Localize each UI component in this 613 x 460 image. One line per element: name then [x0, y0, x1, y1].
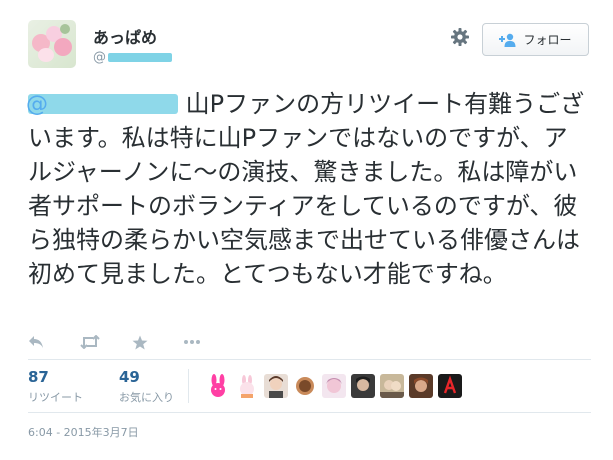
- redacted-mention[interactable]: [26, 88, 178, 122]
- favoriter-avatar[interactable]: [235, 374, 259, 398]
- favorite-stat[interactable]: 49 お気に入り: [119, 368, 174, 405]
- tweet-stats: 87 リツイート 49 お気に入り: [28, 368, 210, 405]
- retweet-icon[interactable]: [80, 331, 132, 353]
- favoriter-avatar[interactable]: [206, 374, 230, 398]
- favoriter-avatar[interactable]: [264, 374, 288, 398]
- favoriter-avatar[interactable]: [293, 374, 317, 398]
- display-name[interactable]: あっぱめ: [93, 24, 157, 48]
- follow-button[interactable]: フォロー: [482, 23, 589, 56]
- favoriter-avatar[interactable]: [438, 374, 462, 398]
- favorite-count: 49: [119, 368, 140, 386]
- favoriter-avatar[interactable]: [351, 374, 375, 398]
- redacted-handle: [108, 53, 172, 62]
- follow-button-label: フォロー: [523, 33, 572, 47]
- retweet-stat[interactable]: 87 リツイート: [28, 368, 83, 405]
- retweet-label: リツイート: [28, 391, 83, 404]
- reply-icon[interactable]: [28, 331, 80, 353]
- favoriters-avatars: [206, 374, 462, 398]
- more-icon[interactable]: [184, 331, 236, 353]
- retweet-count: 87: [28, 368, 49, 386]
- tweet-actions: [28, 331, 236, 353]
- timestamp[interactable]: 6:04 - 2015年3月7日: [28, 424, 139, 440]
- divider: [28, 359, 591, 360]
- gear-icon[interactable]: [450, 27, 470, 47]
- screen-name[interactable]: @: [93, 50, 172, 65]
- follow-person-plus-icon: [499, 33, 517, 47]
- divider: [28, 412, 591, 413]
- screen-name-at: @: [93, 50, 106, 65]
- tweet-text: 山Pファンの方リツイート有難うございます。私は特に山Pファンではないのですが、ア…: [26, 87, 588, 291]
- favoriter-avatar[interactable]: [409, 374, 433, 398]
- stats-divider: [188, 369, 189, 403]
- favoriter-avatar[interactable]: [380, 374, 404, 398]
- tweet-body: 山Pファンの方リツイート有難うございます。私は特に山Pファンではないのですが、ア…: [28, 90, 585, 288]
- star-icon[interactable]: [132, 331, 184, 353]
- user-avatar[interactable]: [28, 20, 76, 68]
- favoriter-avatar[interactable]: [322, 374, 346, 398]
- favorite-label: お気に入り: [119, 391, 174, 404]
